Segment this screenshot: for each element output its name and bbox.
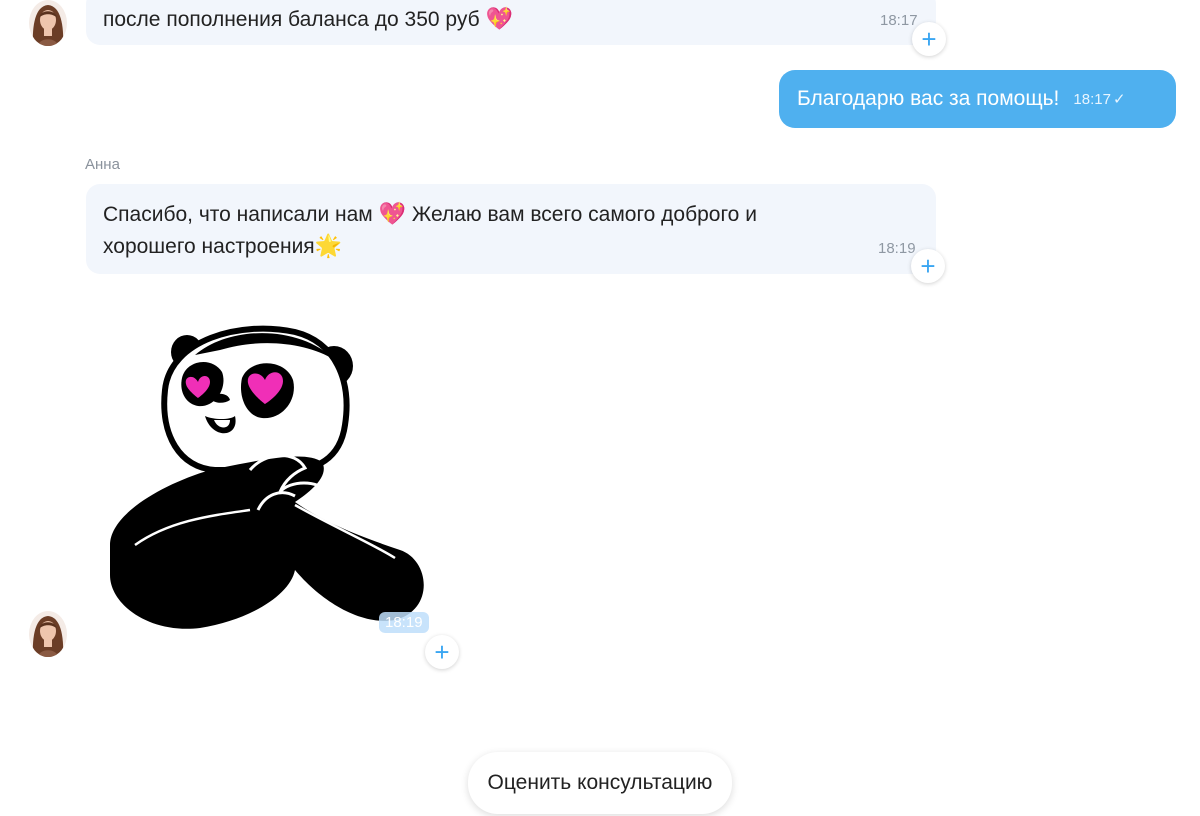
message-text: после пополнения баланса до 350 руб [103, 8, 480, 31]
star-icon: 🌟 [314, 233, 343, 258]
message-text: Благодарю вас за помощь! [797, 87, 1060, 110]
rate-consultation-button[interactable]: Оценить консультацию [468, 752, 732, 814]
message-bubble-outgoing: Благодарю вас за помощь! 18:17 ✓ [779, 70, 1176, 128]
message-bubble-incoming: Спасибо, что написали нам 💖 Желаю вам вс… [86, 184, 936, 274]
message-text: Желаю вам всего самого доброго и [411, 203, 757, 226]
add-reaction-button[interactable]: + [911, 249, 945, 283]
message-time: 18:17 [880, 12, 918, 29]
sparkling-heart-icon: 💖 [485, 6, 513, 31]
read-check-icon: ✓ [1112, 91, 1126, 108]
sender-name: Анна [85, 156, 120, 173]
chat-window: после пополнения баланса до 350 руб 💖 18… [0, 0, 1200, 816]
avatar[interactable] [29, 0, 67, 46]
avatar[interactable] [29, 611, 67, 657]
message-time: 18:19 [878, 240, 916, 257]
add-reaction-button[interactable]: + [912, 22, 946, 56]
sparkling-heart-icon: 💖 [378, 201, 406, 226]
message-text: хорошего настроения [103, 235, 315, 258]
message-time: 18:17 [1073, 90, 1111, 108]
panda-sticker[interactable] [90, 320, 440, 640]
message-bubble-incoming: после пополнения баланса до 350 руб 💖 18… [86, 0, 936, 45]
message-time: 18:19 [379, 612, 429, 633]
message-text: Спасибо, что написали нам [103, 203, 373, 226]
add-reaction-button[interactable]: + [425, 635, 459, 669]
